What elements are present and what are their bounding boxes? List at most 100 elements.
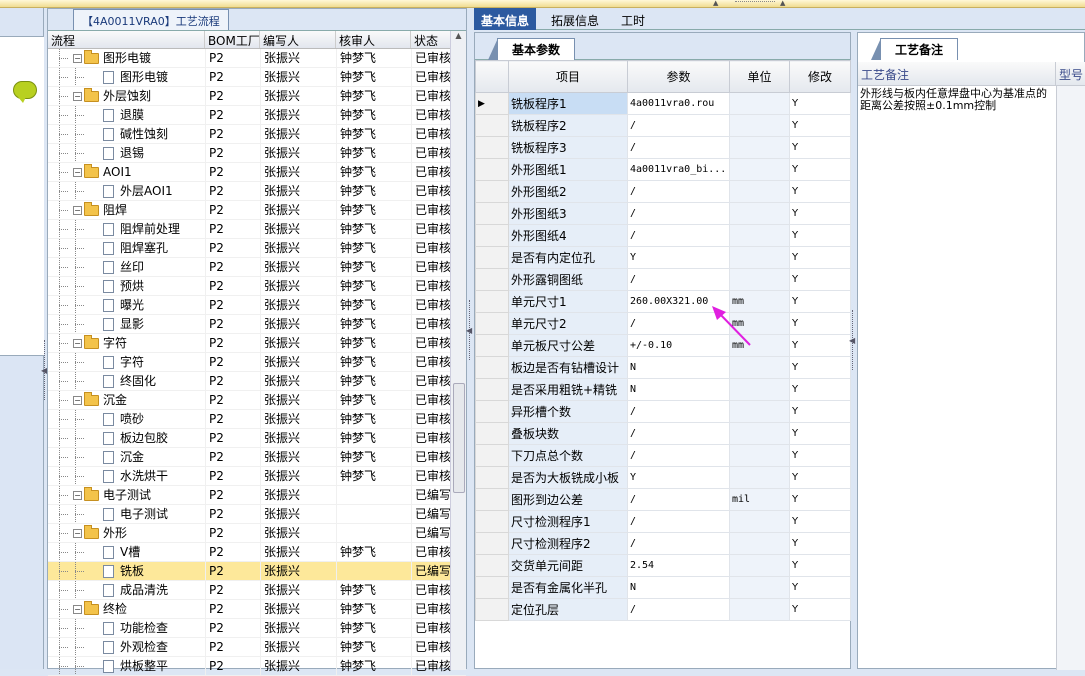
collapse-toggle-icon[interactable]: − xyxy=(73,339,82,348)
col-header-bom[interactable]: BOM工厂 xyxy=(205,31,260,48)
col-header-process[interactable]: 流程 xyxy=(48,31,205,48)
param-value-cell[interactable]: / xyxy=(627,224,730,247)
row-indicator[interactable] xyxy=(475,488,509,511)
param-modify-cell[interactable]: Y xyxy=(789,136,851,159)
row-indicator[interactable] xyxy=(475,114,509,137)
row-indicator[interactable] xyxy=(475,136,509,159)
row-indicator[interactable] xyxy=(475,268,509,291)
row-indicator[interactable] xyxy=(475,422,509,445)
param-modify-cell[interactable]: Y xyxy=(789,576,851,599)
param-modify-cell[interactable]: Y xyxy=(789,598,851,621)
tree-step-row[interactable]: 成品清洗 P2 张振兴 钟梦飞 已审核 xyxy=(48,581,466,600)
collapse-up-icon[interactable]: ▲ xyxy=(713,0,718,7)
param-row[interactable]: 是否有金属化半孔 N Y xyxy=(475,576,851,599)
param-modify-cell[interactable]: Y xyxy=(789,246,851,269)
tree-step-row[interactable]: 烘板整平 P2 张振兴 钟梦飞 已审核 xyxy=(48,657,466,676)
param-row[interactable]: 是否采用粗铣+精铣 N Y xyxy=(475,378,851,401)
row-indicator[interactable]: ▶ xyxy=(475,92,509,115)
scroll-thumb[interactable] xyxy=(453,383,465,493)
param-modify-cell[interactable]: Y xyxy=(789,180,851,203)
param-value-cell[interactable]: / xyxy=(627,532,730,555)
param-value-cell[interactable]: / xyxy=(627,180,730,203)
param-modify-cell[interactable]: Y xyxy=(789,290,851,313)
col-header-status[interactable]: 状态 xyxy=(411,31,452,48)
param-value-cell[interactable]: / xyxy=(627,400,730,423)
param-value-cell[interactable]: / xyxy=(627,136,730,159)
tab-work-hours[interactable]: 工时 xyxy=(614,8,652,30)
tab-basic-info[interactable]: 基本信息 xyxy=(474,8,537,30)
tree-step-row[interactable]: 喷砂 P2 张振兴 钟梦飞 已审核 xyxy=(48,410,466,429)
row-indicator[interactable] xyxy=(475,158,509,181)
param-value-cell[interactable]: 4a0011vra0.rou xyxy=(627,92,730,115)
col-header-param[interactable]: 参数 xyxy=(627,60,730,93)
param-row[interactable]: 外形图纸3/ Y xyxy=(475,202,851,225)
tree-group-row[interactable]: − 外形 P2 张振兴 已编写 xyxy=(48,524,466,543)
param-row[interactable]: 单元板尺寸公差 +/-0.10 mm Y xyxy=(475,334,851,357)
param-row[interactable]: 外形图纸2/ Y xyxy=(475,180,851,203)
param-row[interactable]: ▶ 铣板程序1 4a0011vra0.rou Y xyxy=(475,92,851,115)
tree-step-row[interactable]: 碱性蚀刻 P2 张振兴 钟梦飞 已审核 xyxy=(48,125,466,144)
param-value-cell[interactable]: +/-0.10 xyxy=(627,334,730,357)
tree-step-row[interactable]: 电子测试 P2 张振兴 已编写 xyxy=(48,505,466,524)
param-value-cell[interactable]: / xyxy=(627,598,730,621)
col-header-reviewer[interactable]: 核审人 xyxy=(336,31,411,48)
param-value-cell[interactable]: 4a0011vra0_bi... xyxy=(627,158,730,181)
param-row[interactable]: 外形图纸4/ Y xyxy=(475,224,851,247)
param-value-cell[interactable]: 260.00X321.00 xyxy=(627,290,730,313)
param-modify-cell[interactable]: Y xyxy=(789,92,851,115)
tree-step-row[interactable]: 退膜 P2 张振兴 钟梦飞 已审核 xyxy=(48,106,466,125)
row-indicator[interactable] xyxy=(475,224,509,247)
param-row[interactable]: 异形槽个数 / Y xyxy=(475,400,851,423)
param-modify-cell[interactable]: Y xyxy=(789,422,851,445)
corner-cell[interactable] xyxy=(475,60,509,93)
param-value-cell[interactable]: / xyxy=(627,510,730,533)
collapse-toggle-icon[interactable]: − xyxy=(73,529,82,538)
collapse-up-icon[interactable]: ▲ xyxy=(780,0,785,7)
param-modify-cell[interactable]: Y xyxy=(789,510,851,533)
tree-group-row[interactable]: − AOI1 P2 张振兴 钟梦飞 已审核 xyxy=(48,163,466,182)
param-modify-cell[interactable]: Y xyxy=(789,444,851,467)
param-value-cell[interactable]: / xyxy=(627,444,730,467)
param-value-cell[interactable]: / xyxy=(627,312,730,335)
param-row[interactable]: 铣板程序2/ Y xyxy=(475,114,851,137)
param-modify-cell[interactable]: Y xyxy=(789,312,851,335)
row-indicator[interactable] xyxy=(475,510,509,533)
param-row[interactable]: 单元尺寸1 260.00X321.00 mm Y xyxy=(475,290,851,313)
param-row[interactable]: 交货单元间距 2.54 Y xyxy=(475,554,851,577)
tree-step-row[interactable]: 丝印 P2 张振兴 钟梦飞 已审核 xyxy=(48,258,466,277)
param-modify-cell[interactable]: Y xyxy=(789,158,851,181)
tree-step-row[interactable]: 字符 P2 张振兴 钟梦飞 已审核 xyxy=(48,353,466,372)
tree-step-row[interactable]: 外观检查 P2 张振兴 钟梦飞 已审核 xyxy=(48,638,466,657)
param-modify-cell[interactable]: Y xyxy=(789,224,851,247)
row-indicator[interactable] xyxy=(475,334,509,357)
tree-step-row[interactable]: 沉金 P2 张振兴 钟梦飞 已审核 xyxy=(48,448,466,467)
tree-step-row[interactable]: 水洗烘干 P2 张振兴 钟梦飞 已审核 xyxy=(48,467,466,486)
param-value-cell[interactable]: / xyxy=(627,488,730,511)
row-indicator[interactable] xyxy=(475,356,509,379)
param-value-cell[interactable]: / xyxy=(627,268,730,291)
col-header-unit[interactable]: 单位 xyxy=(729,60,790,93)
param-row[interactable]: 外形图纸1 4a0011vra0_bi... Y xyxy=(475,158,851,181)
row-indicator[interactable] xyxy=(475,180,509,203)
tree-step-row[interactable]: 铣板 P2 张振兴 已编写 xyxy=(48,562,466,581)
row-indicator[interactable] xyxy=(475,312,509,335)
param-modify-cell[interactable]: Y xyxy=(789,114,851,137)
row-indicator[interactable] xyxy=(475,532,509,555)
tree-step-row[interactable]: 外层AOI1 P2 张振兴 钟梦飞 已审核 xyxy=(48,182,466,201)
param-modify-cell[interactable]: Y xyxy=(789,356,851,379)
param-row[interactable]: 下刀点总个数 / Y xyxy=(475,444,851,467)
tree-group-row[interactable]: − 图形电镀 P2 张振兴 钟梦飞 已审核 xyxy=(48,49,466,68)
tree-group-row[interactable]: − 阻焊 P2 张振兴 钟梦飞 已审核 xyxy=(48,201,466,220)
col-header-notes[interactable]: 工艺备注 xyxy=(858,62,1056,85)
collapse-left-icon[interactable]: ◀ xyxy=(849,336,855,345)
notes-text[interactable]: 外形线与板内任意焊盘中心为基准点的距离公差按照±0.1mm控制 xyxy=(860,88,1056,112)
top-splitter[interactable]: ▲ ▲ xyxy=(0,0,1085,8)
param-value-cell[interactable]: / xyxy=(627,422,730,445)
notes-model-cell[interactable] xyxy=(1056,86,1085,670)
row-indicator[interactable] xyxy=(475,290,509,313)
param-value-cell[interactable]: / xyxy=(627,114,730,137)
tree-step-row[interactable]: 终固化 P2 张振兴 钟梦飞 已审核 xyxy=(48,372,466,391)
collapse-toggle-icon[interactable]: − xyxy=(73,206,82,215)
tree-step-row[interactable]: 预烘 P2 张振兴 钟梦飞 已审核 xyxy=(48,277,466,296)
param-row[interactable]: 定位孔层 / Y xyxy=(475,598,851,621)
